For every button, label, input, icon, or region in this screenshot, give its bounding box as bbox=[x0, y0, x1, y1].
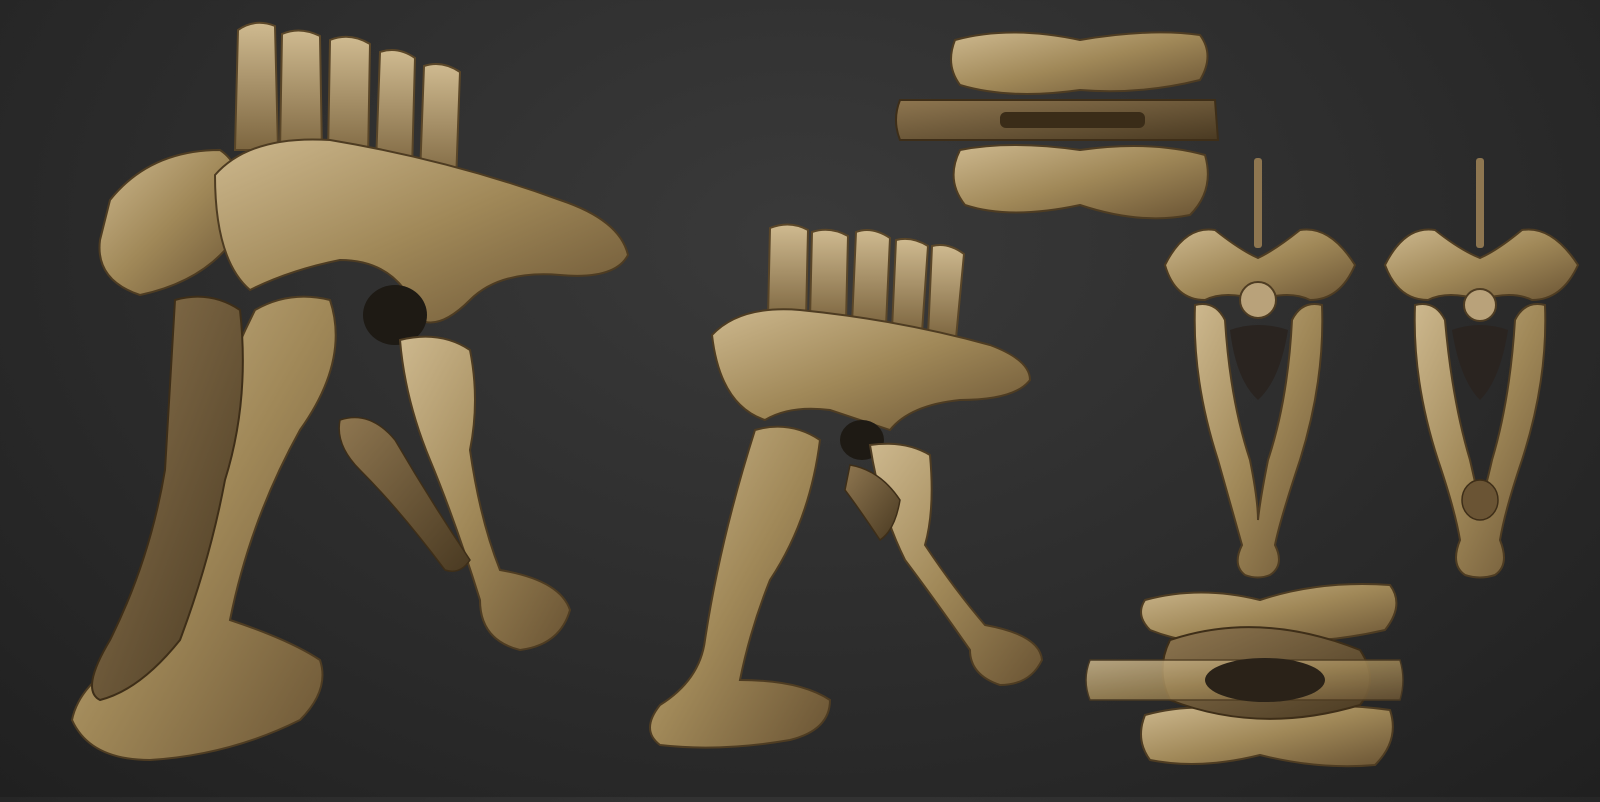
pelvis-bottom-view bbox=[1085, 583, 1404, 768]
pelvis-three-quarter-large-view bbox=[70, 21, 630, 762]
top-ilium-lower bbox=[952, 144, 1209, 220]
front-spine bbox=[1254, 158, 1262, 248]
ischium-side bbox=[868, 442, 1044, 687]
pubis-side bbox=[649, 425, 832, 749]
front-sacrum bbox=[1239, 281, 1277, 319]
back-knob bbox=[1461, 479, 1499, 521]
back-spine bbox=[1476, 158, 1484, 248]
front-gap bbox=[1230, 325, 1288, 400]
pelvis-back-view bbox=[1383, 158, 1580, 579]
top-vertebrae bbox=[1000, 112, 1145, 128]
pelvis-front-view bbox=[1163, 158, 1357, 579]
pelvis-top-view bbox=[895, 31, 1220, 220]
bottom-canal bbox=[1205, 658, 1325, 702]
render-viewport bbox=[0, 0, 1600, 797]
ilium-main bbox=[213, 138, 630, 324]
back-sacrum bbox=[1463, 288, 1497, 322]
acetabulum bbox=[363, 285, 427, 345]
pelvis-side-view bbox=[649, 223, 1044, 749]
render-canvas bbox=[70, 21, 1580, 768]
top-ilium-upper bbox=[950, 31, 1209, 95]
back-gap bbox=[1452, 325, 1508, 400]
ilium-side bbox=[710, 308, 1032, 432]
